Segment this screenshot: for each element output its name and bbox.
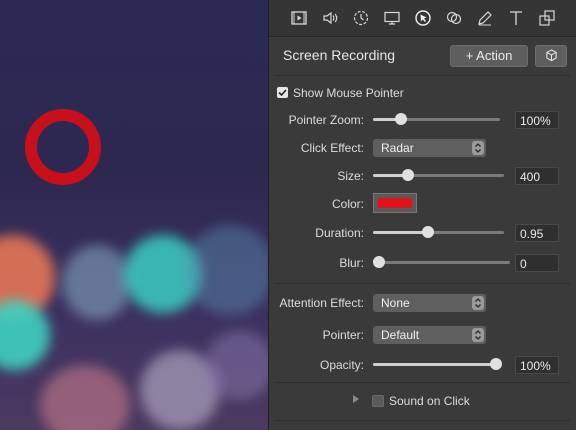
divider: [275, 75, 570, 76]
show-mouse-pointer-label: Show Mouse Pointer: [293, 86, 404, 100]
bokeh-light: [62, 245, 132, 320]
blur-row: Blur: 0: [269, 252, 576, 274]
opacity-slider[interactable]: [373, 358, 502, 370]
pointer-zoom-label: Pointer Zoom:: [288, 113, 364, 127]
chevron-updown-icon: [472, 141, 484, 155]
pointer-label: Pointer:: [322, 328, 364, 342]
blur-slider[interactable]: [373, 256, 510, 268]
sound-on-click-checkbox[interactable]: [372, 395, 384, 407]
slider-knob[interactable]: [373, 256, 385, 268]
panel-header: Screen Recording + Action: [269, 42, 576, 70]
show-mouse-pointer-checkbox[interactable]: [277, 87, 288, 98]
divider: [275, 382, 570, 383]
disclosure-triangle-icon[interactable]: [353, 395, 359, 403]
click-effect-ring: [25, 109, 101, 185]
speaker-icon[interactable]: [316, 5, 343, 31]
slider-knob[interactable]: [490, 358, 502, 370]
attention-effect-select[interactable]: None: [373, 294, 486, 312]
size-label: Size:: [337, 169, 364, 183]
preview-canvas: [0, 0, 268, 430]
divider: [275, 420, 570, 421]
pointer-zoom-field[interactable]: 100%: [515, 111, 559, 129]
screen-icon[interactable]: [378, 5, 405, 31]
click-effect-value: Radar: [381, 141, 414, 155]
pen-icon[interactable]: [471, 5, 498, 31]
panel-title: Screen Recording: [283, 47, 396, 63]
pointer-row: Pointer: Default: [269, 324, 576, 346]
click-effect-row: Click Effect: Radar: [269, 137, 576, 159]
color-row: Color:: [269, 193, 576, 215]
blur-label: Blur:: [339, 256, 364, 270]
duration-field[interactable]: 0.95: [515, 224, 559, 242]
film-icon[interactable]: [285, 5, 312, 31]
size-row: Size: 400: [269, 165, 576, 187]
slider-knob[interactable]: [402, 169, 415, 181]
text-icon[interactable]: [502, 5, 529, 31]
sound-on-click-label: Sound on Click: [389, 394, 470, 408]
blur-field[interactable]: 0: [515, 254, 559, 272]
toolbar: [269, 0, 576, 37]
sound-on-click-row: Sound on Click: [269, 390, 576, 412]
pointer-icon[interactable]: [409, 5, 436, 31]
color-label: Color:: [331, 197, 364, 211]
chevron-updown-icon: [472, 296, 484, 310]
attention-effect-value: None: [381, 296, 410, 310]
click-effect-select[interactable]: Radar: [373, 139, 486, 157]
click-effect-label: Click Effect:: [300, 141, 364, 155]
transform-icon[interactable]: [533, 5, 560, 31]
color-well[interactable]: [373, 193, 417, 213]
bokeh-light: [0, 300, 50, 370]
bokeh-light: [205, 330, 268, 400]
pointer-value: Default: [381, 328, 420, 342]
duration-slider[interactable]: [373, 226, 504, 238]
pointer-zoom-row: Pointer Zoom: 100%: [269, 109, 576, 131]
slider-knob[interactable]: [422, 226, 435, 238]
cube-icon: [545, 49, 557, 62]
show-mouse-pointer-row: Show Mouse Pointer: [269, 82, 576, 104]
bokeh-light: [185, 225, 268, 315]
bokeh-light: [40, 365, 130, 430]
size-field[interactable]: 400: [515, 167, 559, 185]
opacity-field[interactable]: 100%: [515, 356, 559, 374]
duration-label: Duration:: [315, 226, 364, 240]
attention-effect-label: Attention Effect:: [279, 296, 365, 310]
pointer-select[interactable]: Default: [373, 326, 486, 344]
timer-icon[interactable]: [347, 5, 374, 31]
color-swatch: [378, 198, 412, 208]
duration-row: Duration: 0.95: [269, 222, 576, 244]
properties-panel: Screen Recording + Action Show Mouse Poi…: [268, 0, 576, 430]
attention-effect-row: Attention Effect: None: [269, 292, 576, 314]
chevron-updown-icon: [472, 328, 484, 342]
cube-button[interactable]: [535, 45, 567, 67]
overlay-icon[interactable]: [440, 5, 467, 31]
slider-knob[interactable]: [394, 113, 407, 125]
opacity-row: Opacity: 100%: [269, 354, 576, 376]
add-action-button[interactable]: + Action: [450, 45, 528, 67]
divider: [275, 283, 570, 284]
opacity-label: Opacity:: [319, 358, 364, 372]
pointer-zoom-slider[interactable]: [373, 113, 500, 125]
size-slider[interactable]: [373, 169, 504, 181]
